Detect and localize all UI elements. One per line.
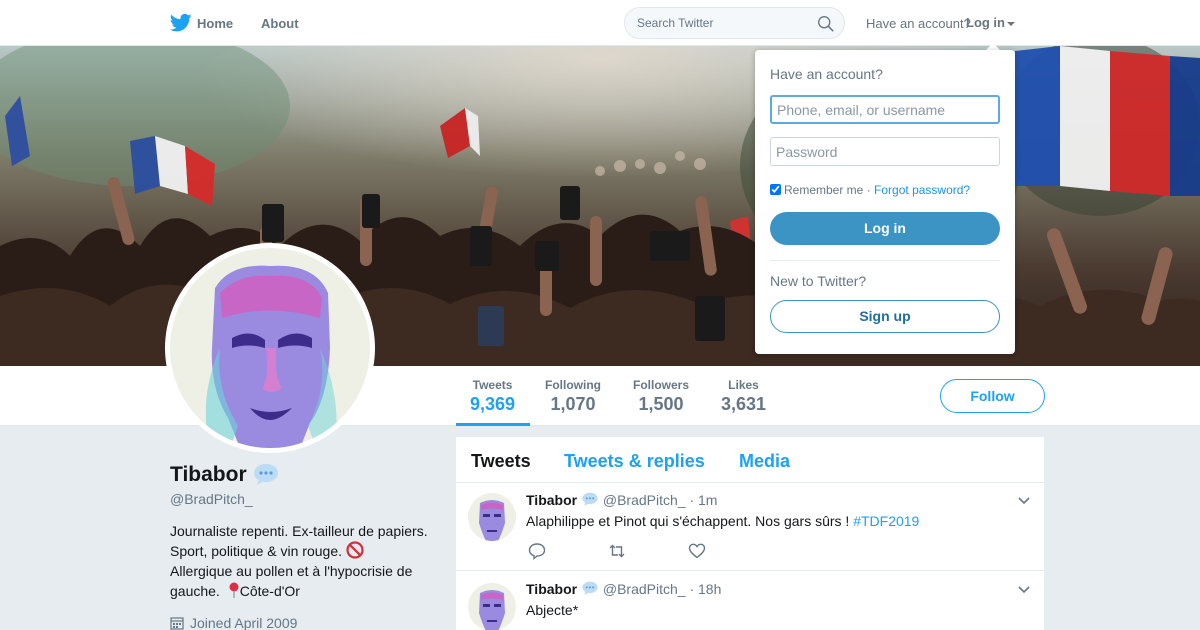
stat-value: 3,631 bbox=[721, 394, 767, 414]
profile-bio: Journaliste repenti. Ex-tailleur de papi… bbox=[170, 521, 440, 601]
tweet-time[interactable]: · 1m bbox=[689, 492, 717, 508]
nav-home-link[interactable]: Home bbox=[197, 16, 233, 31]
tweet-text-body: Alaphilippe et Pinot qui s'échappent. No… bbox=[526, 513, 850, 529]
tweet-avatar[interactable] bbox=[468, 583, 516, 630]
bio-line: gauche. bbox=[170, 583, 220, 599]
dropdown-divider bbox=[770, 260, 1000, 261]
search-icon[interactable] bbox=[817, 15, 834, 32]
tab-tweets-replies[interactable]: Tweets & replies bbox=[564, 451, 705, 472]
remember-me-checkbox[interactable] bbox=[770, 184, 781, 195]
have-account-text: Have an account? bbox=[866, 16, 971, 31]
stat-value: 9,369 bbox=[470, 394, 516, 414]
tweet-author-name[interactable]: Tibabor bbox=[526, 492, 577, 508]
twitter-bird-icon[interactable] bbox=[170, 13, 192, 33]
stat-tweets[interactable]: Tweets 9,369 bbox=[470, 378, 515, 415]
reply-icon[interactable] bbox=[528, 542, 546, 560]
chevron-down-icon[interactable] bbox=[1018, 497, 1030, 505]
tweet-avatar-image bbox=[468, 493, 516, 541]
profile-joined: Joined April 2009 bbox=[170, 615, 297, 630]
search-box[interactable]: Search Twitter bbox=[624, 7, 845, 39]
separator-dot: · bbox=[866, 183, 871, 197]
new-to-twitter-text: New to Twitter? bbox=[770, 273, 867, 289]
login-menu-label[interactable]: Log in bbox=[966, 15, 1005, 30]
remember-me-label[interactable]: Remember me bbox=[784, 183, 863, 197]
speech-bubble-icon bbox=[582, 492, 598, 506]
tab-tweets[interactable]: Tweets bbox=[471, 451, 531, 472]
login-dropdown: Have an account? Remember me · Forgot pa… bbox=[755, 50, 1015, 354]
password-field[interactable] bbox=[770, 137, 1000, 166]
signup-button[interactable]: Sign up bbox=[770, 300, 1000, 333]
tab-media[interactable]: Media bbox=[739, 451, 790, 472]
top-nav: Home About Search Twitter Have an accoun… bbox=[0, 0, 1200, 46]
bio-line: Allergique au pollen et à l'hypocrisie d… bbox=[170, 563, 413, 579]
tweet-avatar[interactable] bbox=[468, 493, 516, 541]
stat-label: Following bbox=[545, 378, 601, 392]
stat-value: 1,070 bbox=[550, 394, 596, 414]
tweet-item[interactable]: Tibabor @BradPitch_ · 18h Abjecte* bbox=[456, 571, 1044, 630]
active-stat-underline bbox=[456, 423, 530, 426]
remember-row: Remember me · Forgot password? bbox=[770, 183, 970, 197]
tweet-avatar-image bbox=[468, 583, 516, 630]
tweet-item[interactable]: Tibabor @BradPitch_ · 1m Alaphilippe et … bbox=[456, 483, 1044, 571]
profile-handle[interactable]: @BradPitch_ bbox=[170, 491, 253, 507]
stat-label: Tweets bbox=[472, 378, 513, 392]
tweet-author-handle[interactable]: @BradPitch_ bbox=[603, 581, 686, 597]
bio-line: Sport, politique & vin rouge. bbox=[170, 543, 342, 559]
profile-name: Tibabor bbox=[170, 463, 280, 487]
retweet-icon[interactable] bbox=[608, 542, 626, 560]
tweet-hashtag[interactable]: #TDF2019 bbox=[853, 513, 919, 529]
login-button[interactable]: Log in bbox=[770, 212, 1000, 245]
username-field[interactable] bbox=[770, 95, 1000, 124]
tweet-author-handle[interactable]: @BradPitch_ bbox=[603, 492, 686, 508]
pin-icon bbox=[229, 582, 239, 598]
caret-down-icon bbox=[1007, 21, 1015, 26]
follow-button[interactable]: Follow bbox=[940, 379, 1045, 413]
profile-name-text: Tibabor bbox=[170, 463, 247, 486]
tweet-time[interactable]: · 18h bbox=[689, 581, 721, 597]
nav-about-link[interactable]: About bbox=[261, 16, 299, 31]
stat-label: Likes bbox=[728, 378, 759, 392]
tweet-text: Abjecte* bbox=[526, 602, 579, 618]
avatar-portrait-image bbox=[170, 248, 370, 448]
profile-avatar[interactable] bbox=[165, 243, 375, 453]
tweet-header: Tibabor @BradPitch_ · 18h bbox=[526, 581, 721, 597]
search-placeholder: Search Twitter bbox=[637, 16, 714, 30]
dropdown-title: Have an account? bbox=[770, 66, 883, 82]
forgot-password-link[interactable]: Forgot password? bbox=[874, 183, 970, 197]
stat-followers[interactable]: Followers 1,500 bbox=[633, 378, 689, 415]
stat-likes[interactable]: Likes 3,631 bbox=[721, 378, 766, 415]
timeline-tabs: Tweets Tweets & replies Media bbox=[456, 437, 1044, 483]
stat-following[interactable]: Following 1,070 bbox=[545, 378, 601, 415]
profile-location: Côte-d'Or bbox=[239, 583, 300, 599]
joined-text: Joined April 2009 bbox=[190, 615, 298, 630]
chevron-down-icon[interactable] bbox=[1018, 586, 1030, 594]
bio-line: Journaliste repenti. Ex-tailleur de papi… bbox=[170, 523, 428, 539]
speech-bubble-icon bbox=[582, 581, 598, 595]
stat-value: 1,500 bbox=[638, 394, 684, 414]
calendar-icon bbox=[170, 617, 184, 630]
timeline: Tweets Tweets & replies Media Tibabor @B… bbox=[456, 437, 1044, 630]
tweet-text: Alaphilippe et Pinot qui s'échappent. No… bbox=[526, 513, 919, 529]
speech-bubble-icon bbox=[254, 464, 279, 485]
tweet-header: Tibabor @BradPitch_ · 1m bbox=[526, 492, 717, 508]
login-menu-link[interactable]: Log in bbox=[966, 15, 1015, 30]
no-entry-icon bbox=[346, 541, 364, 559]
tweet-author-name[interactable]: Tibabor bbox=[526, 581, 577, 597]
like-icon[interactable] bbox=[688, 542, 706, 560]
stat-label: Followers bbox=[633, 378, 690, 392]
